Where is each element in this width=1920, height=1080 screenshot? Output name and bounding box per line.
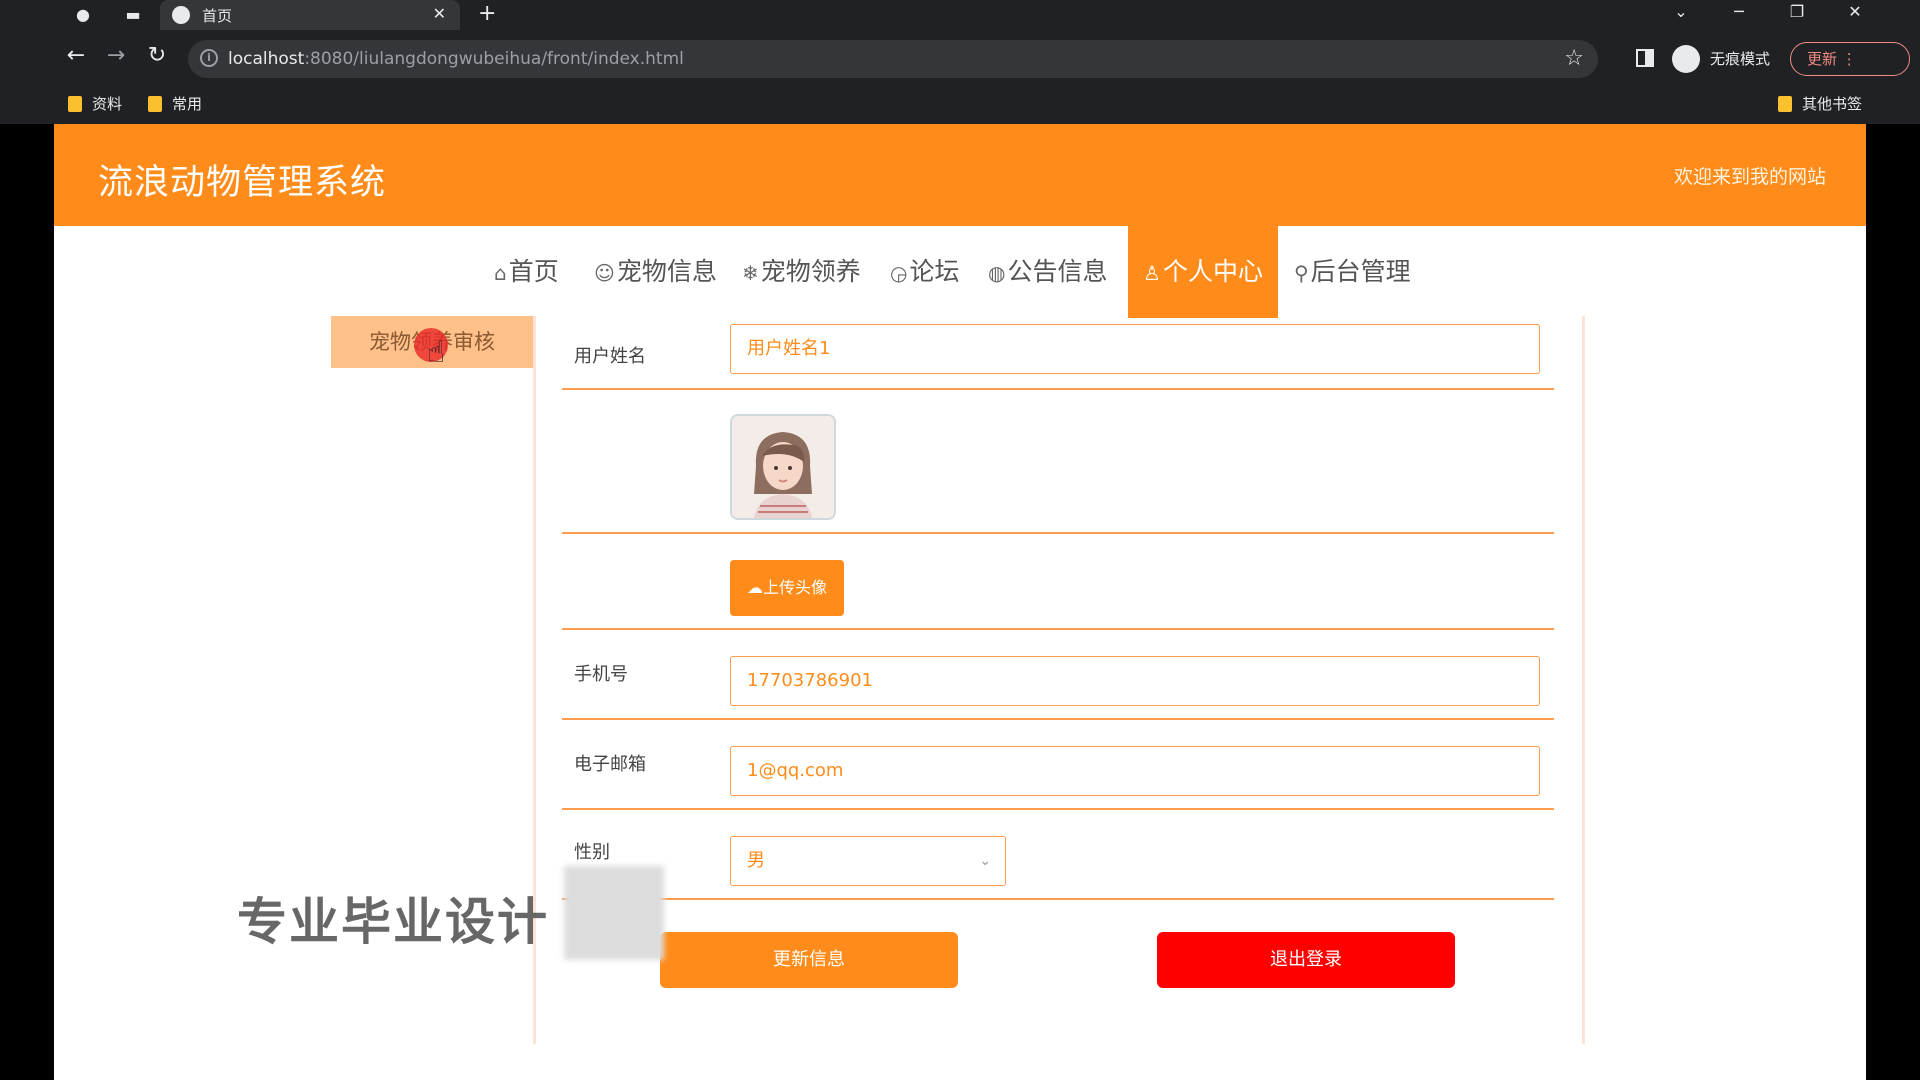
tab-search-icon[interactable]: ▬: [120, 3, 146, 27]
welcome-text: 欢迎来到我的网站: [1673, 166, 1826, 188]
restore-button[interactable]: ❐: [1782, 2, 1812, 21]
nav-item-notices[interactable]: ◍公告信息: [988, 226, 1107, 318]
nav-item-home[interactable]: ⌂首页: [494, 226, 559, 318]
username-input[interactable]: 用户姓名1: [730, 324, 1540, 374]
blurred-overlay: [564, 866, 664, 960]
bookmark-folder-1[interactable]: 资料: [68, 93, 122, 114]
update-button[interactable]: 更新 ⋮: [1790, 42, 1910, 76]
nav-item-pet-adoption[interactable]: ❄宠物领养: [742, 226, 861, 318]
upload-avatar-button[interactable]: ☁上传头像: [730, 560, 844, 616]
site-title: 流浪动物管理系统: [98, 163, 387, 203]
update-info-button[interactable]: 更新信息: [660, 932, 958, 988]
new-tab-button[interactable]: +: [478, 1, 496, 26]
other-bookmarks[interactable]: 其他书签: [1778, 93, 1862, 114]
side-panel-icon[interactable]: [1636, 49, 1654, 67]
phone-label: 手机号: [574, 664, 628, 685]
user-icon: ♙: [1143, 261, 1161, 285]
panel-border-right: [1582, 316, 1585, 1044]
bookmarks-bar: 资料 常用 其他书签: [0, 88, 1920, 124]
form-row-gender: 性别 男 ⌄: [562, 810, 1554, 900]
username-label: 用户姓名: [574, 346, 646, 367]
link-icon: ⚲: [1294, 261, 1309, 285]
email-label: 电子邮箱: [574, 754, 646, 775]
pet-icon: ☺: [594, 261, 615, 285]
incognito-icon[interactable]: [1672, 45, 1700, 73]
home-icon: ⌂: [494, 261, 507, 285]
nav-item-admin[interactable]: ⚲后台管理: [1294, 226, 1411, 318]
chrome-menu-icon[interactable]: ●: [70, 3, 96, 27]
close-icon[interactable]: ✕: [433, 4, 446, 23]
site-header: 流浪动物管理系统 欢迎来到我的网站: [54, 124, 1866, 226]
tab-list-icon[interactable]: ⌄: [1666, 2, 1696, 21]
chevron-down-icon: ⌄: [979, 853, 991, 869]
folder-icon: [148, 95, 162, 112]
avatar-portrait: [732, 416, 834, 518]
url-text: localhost:8080/liulangdongwubeihua/front…: [228, 49, 684, 69]
main-nav: ⌂首页 ☺宠物信息 ❄宠物领养 ◶论坛 ◍公告信息 ♙个人中心 ⚲后台管理: [54, 226, 1866, 318]
form-row-upload: ☁上传头像: [562, 534, 1554, 630]
form-row-avatar: [562, 390, 1554, 534]
web-page: 流浪动物管理系统 欢迎来到我的网站 ⌂首页 ☺宠物信息 ❄宠物领养 ◶论坛 ◍公…: [54, 124, 1866, 1080]
email-input[interactable]: 1@qq.com: [730, 746, 1540, 796]
cloud-upload-icon: ☁: [746, 578, 763, 597]
nav-item-pet-info[interactable]: ☺宠物信息: [594, 226, 717, 318]
browser-toolbar: ← → ↻ i localhost:8080/liulangdongwubeih…: [0, 30, 1920, 88]
tab-title: 首页: [202, 7, 233, 25]
window-close-button[interactable]: ✕: [1840, 2, 1870, 21]
chat-icon: ◶: [890, 261, 908, 285]
phone-input[interactable]: 17703786901: [730, 656, 1540, 706]
reload-button[interactable]: ↻: [141, 43, 173, 68]
hand-cursor-icon: ☝: [427, 335, 446, 370]
info-icon[interactable]: i: [200, 49, 218, 67]
browser-tab[interactable]: 首页 ✕: [160, 0, 460, 30]
gender-label: 性别: [574, 842, 610, 863]
back-button[interactable]: ←: [60, 43, 92, 68]
nav-item-forum[interactable]: ◶论坛: [890, 226, 959, 318]
globe-icon: [172, 6, 190, 24]
address-bar[interactable]: i localhost:8080/liulangdongwubeihua/fro…: [188, 40, 1598, 78]
browser-chrome: ● ▬ 首页 ✕ + ⌄ ─ ❐ ✕ ← → ↻ i localhost:808…: [0, 0, 1920, 124]
logout-button[interactable]: 退出登录: [1157, 932, 1455, 988]
snowflake-icon: ❄: [742, 261, 759, 285]
folder-icon: [68, 95, 82, 112]
incognito-label: 无痕模式: [1710, 50, 1771, 68]
nav-item-personal-center[interactable]: ♙个人中心: [1128, 226, 1278, 318]
form-row-phone: 手机号 17703786901: [562, 630, 1554, 720]
bookmark-folder-2[interactable]: 常用: [148, 93, 202, 114]
form-row-email: 电子邮箱 1@qq.com: [562, 720, 1554, 810]
globe-icon: ◍: [988, 261, 1006, 285]
forward-button[interactable]: →: [100, 43, 132, 68]
minimize-button[interactable]: ─: [1724, 2, 1754, 21]
avatar-image: [730, 414, 836, 520]
tab-strip: ● ▬ 首页 ✕ + ⌄ ─ ❐ ✕: [0, 0, 1920, 30]
watermark-text: 专业毕业设计: [237, 893, 549, 951]
star-icon[interactable]: ☆: [1564, 46, 1584, 71]
gender-select[interactable]: 男 ⌄: [730, 836, 1006, 886]
folder-icon: [1778, 95, 1792, 112]
form-row-username: 用户姓名 用户姓名1: [562, 318, 1554, 390]
